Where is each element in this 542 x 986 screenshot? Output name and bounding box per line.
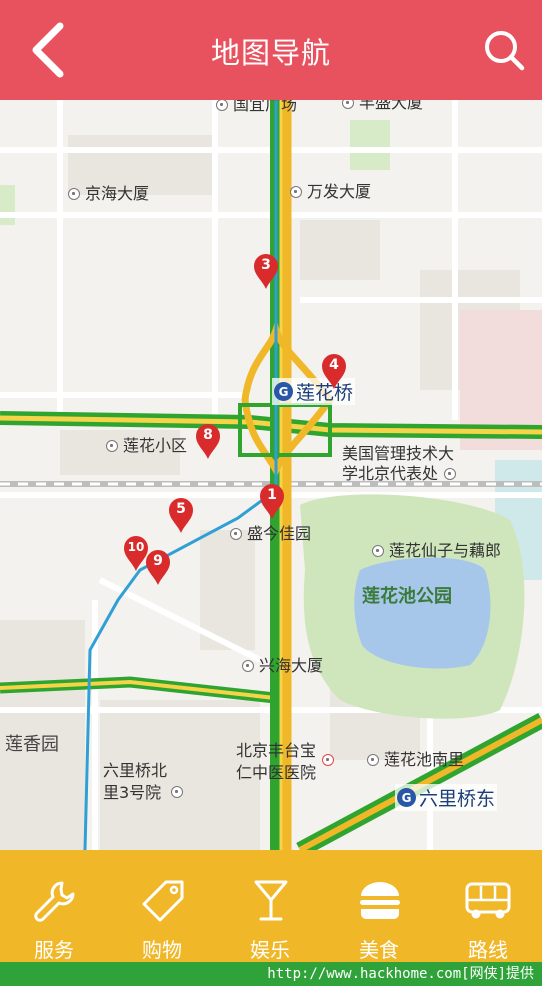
bottom-tab-bar: 服务 购物 娱乐 美食 路线	[0, 850, 542, 962]
poi-baoren-hospital[interactable]: 北京丰台宝 仁中医医院	[236, 740, 339, 784]
tab-food[interactable]: 美食	[325, 850, 433, 962]
page-title: 地图导航	[210, 36, 331, 70]
building-icon	[444, 468, 457, 480]
poi-guoyi-plaza[interactable]: 国宜广场	[216, 100, 297, 115]
poi-liuliqiao-north[interactable]: 六里桥北 里3号院	[103, 760, 188, 804]
poi-shengjin-garden[interactable]: 盛今佳园	[230, 524, 311, 544]
map-marker[interactable]: 9	[144, 548, 172, 586]
search-button[interactable]	[480, 26, 528, 74]
cocktail-glass-icon	[254, 880, 288, 921]
map-marker[interactable]: 1	[258, 482, 286, 520]
wrench-icon	[34, 881, 75, 922]
building-icon	[106, 440, 118, 452]
poi-us-management-institute[interactable]: 美国管理技术大 学北京代表处	[342, 444, 461, 484]
tab-shopping[interactable]: 购物	[108, 850, 216, 962]
poi-xinghai-building[interactable]: 兴海大厦	[242, 656, 323, 676]
burger-icon	[360, 882, 400, 919]
area-label: 莲香园	[5, 734, 59, 755]
header-bar: 地图导航	[0, 0, 542, 100]
building-icon	[216, 100, 228, 111]
building-icon	[367, 754, 379, 766]
building-icon	[242, 660, 254, 672]
metro-icon: G	[274, 382, 293, 401]
watermark-text: http://www.hackhome.com[网侠]提供	[267, 966, 534, 982]
map-marker[interactable]: 4	[320, 352, 348, 390]
map-marker[interactable]: 8	[194, 422, 222, 460]
poi-wanfa-building[interactable]: 万发大厦	[290, 182, 371, 202]
poi-lianhua-fairy[interactable]: 莲花仙子与藕郎	[372, 541, 501, 561]
building-icon	[372, 545, 384, 557]
metro-icon: G	[397, 788, 416, 807]
bus-icon	[465, 882, 511, 919]
poi-lianhua-community[interactable]: 莲花小区	[106, 436, 187, 456]
map-marker[interactable]: 3	[252, 252, 280, 290]
building-icon	[68, 188, 80, 200]
search-icon	[485, 31, 525, 71]
park-label: 莲花池公园	[362, 586, 452, 607]
building-icon	[171, 786, 184, 798]
tab-route[interactable]: 路线	[434, 850, 542, 962]
building-icon	[230, 528, 242, 540]
hospital-icon	[322, 754, 335, 766]
building-icon	[290, 186, 302, 198]
map-marker[interactable]: 5	[167, 496, 195, 534]
tab-service[interactable]: 服务	[0, 850, 108, 962]
tag-icon	[142, 880, 184, 922]
map-view[interactable]: 国宜广场 丰盛大厦 京海大厦 万发大厦 莲花小区 盛今佳园 莲花仙子与藕郎 兴海…	[0, 100, 542, 850]
poi-lianhuachi-nanli[interactable]: 莲花池南里	[367, 750, 464, 770]
building-icon	[342, 100, 354, 109]
tab-entertainment[interactable]: 娱乐	[216, 850, 324, 962]
poi-fengsheng-building[interactable]: 丰盛大厦	[342, 100, 423, 113]
metro-station-liuliqiaodong[interactable]: G 六里桥东	[395, 784, 498, 811]
poi-jinghai-building[interactable]: 京海大厦	[68, 184, 149, 204]
